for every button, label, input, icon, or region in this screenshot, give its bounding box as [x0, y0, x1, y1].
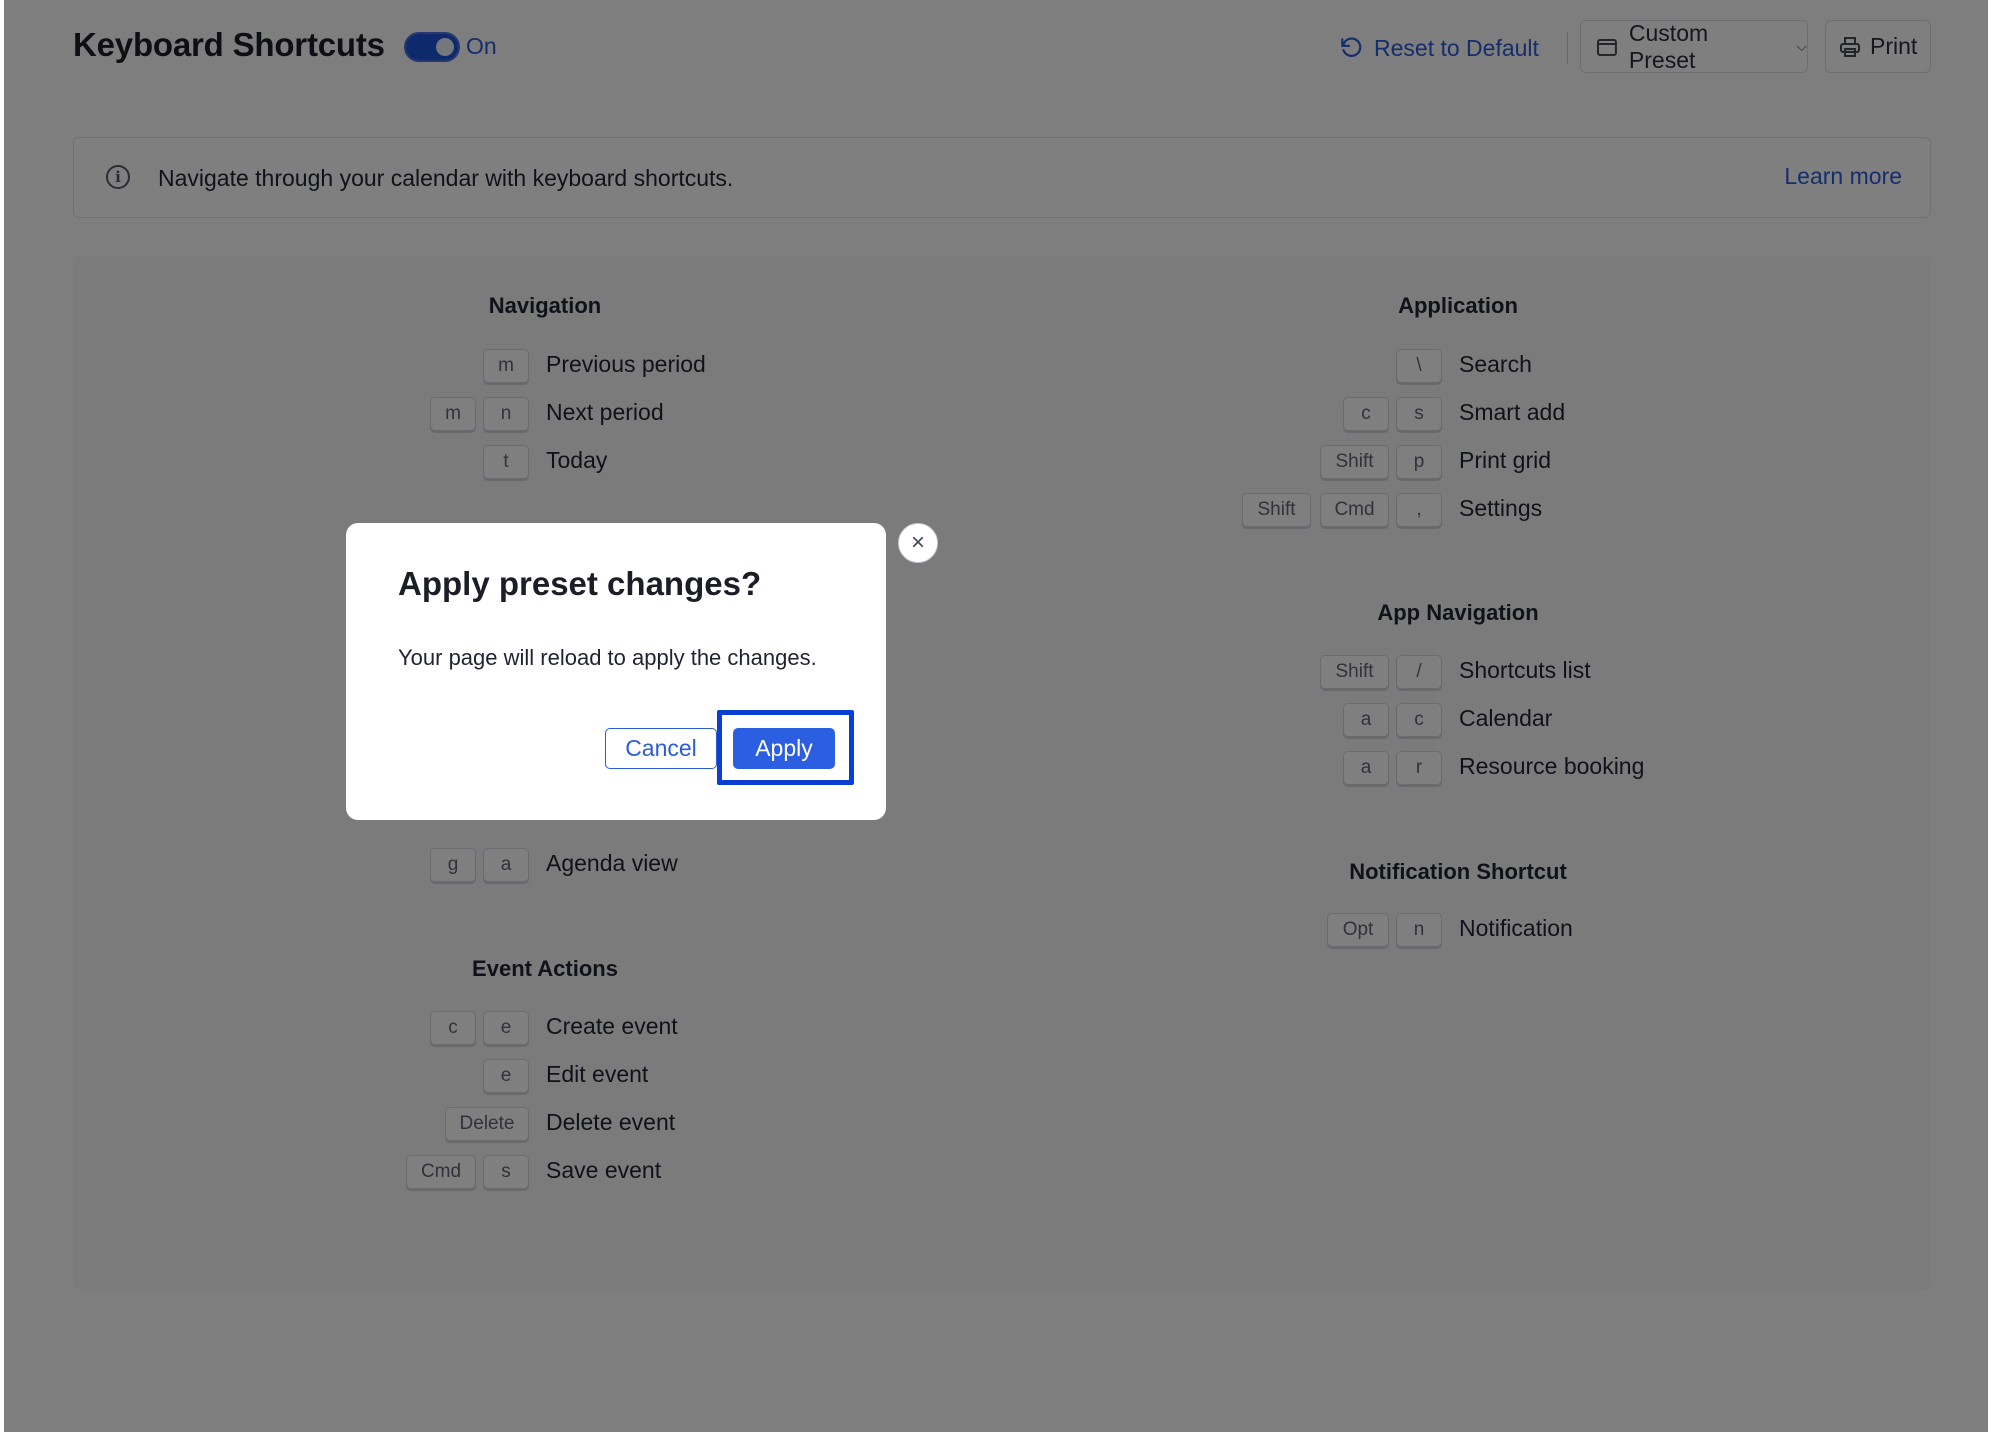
cancel-button[interactable]: Cancel [605, 728, 717, 769]
page: Keyboard Shortcuts On Reset to Default C… [0, 0, 1992, 1436]
apply-button[interactable]: Apply [733, 728, 835, 769]
dialog-title: Apply preset changes? [398, 565, 762, 602]
dialog-message: Your page will reload to apply the chang… [398, 645, 817, 670]
modal-backdrop[interactable] [4, 0, 1988, 1432]
close-icon[interactable]: × [898, 523, 938, 563]
apply-preset-dialog: Apply preset changes? Your page will rel… [346, 523, 886, 820]
